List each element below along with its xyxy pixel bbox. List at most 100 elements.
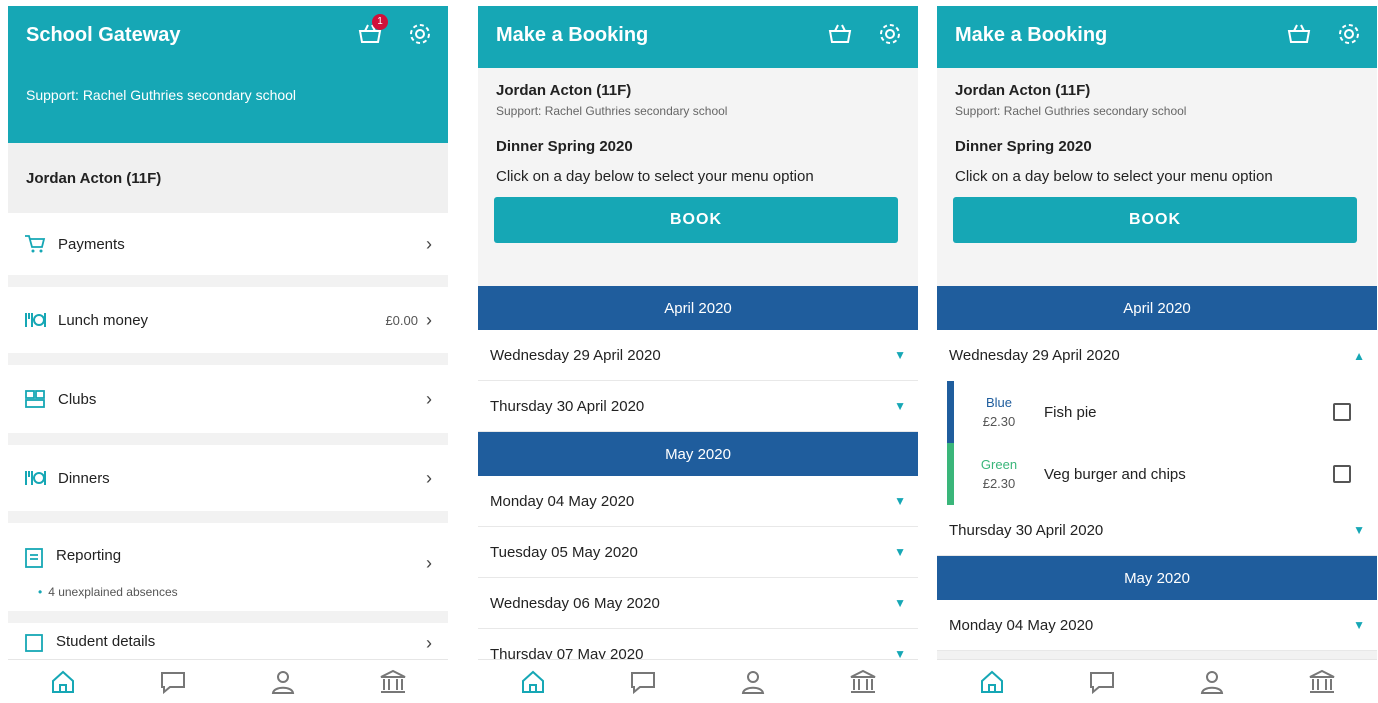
day-label: Monday 04 May 2020 (490, 492, 635, 510)
chevron-right-icon: › (426, 633, 432, 653)
chevron-right-icon: › (426, 467, 432, 488)
app-header: Make a Booking (478, 6, 918, 68)
absence-note: 4 unexplained absences (38, 585, 177, 599)
booking-period: Dinner Spring 2020 (496, 138, 633, 155)
basket-count-badge: 1 (372, 14, 388, 30)
home-icon[interactable] (977, 667, 1007, 697)
school-icon[interactable] (848, 667, 878, 697)
profile-icon[interactable] (268, 667, 298, 697)
month-header: May 2020 (478, 432, 918, 476)
app-header: Make a Booking (937, 6, 1377, 68)
option-checkbox[interactable] (1333, 465, 1351, 483)
day-label: Thursday 30 April 2020 (949, 521, 1104, 539)
chevron-right-icon: › (426, 553, 432, 573)
chevron-down-icon: ▼ (894, 494, 906, 508)
basket-icon[interactable] (1285, 20, 1313, 48)
home-icon[interactable] (48, 667, 78, 697)
day-row-expanded[interactable]: Wednesday 29 April 2020 ▲ (937, 330, 1377, 381)
book-button[interactable]: BOOK (953, 197, 1357, 243)
cart-icon (25, 235, 46, 253)
bottom-nav (937, 659, 1377, 703)
menu-item-clubs[interactable]: Clubs › (8, 365, 448, 445)
chevron-down-icon: ▼ (894, 348, 906, 362)
school-icon[interactable] (1307, 667, 1337, 697)
chevron-down-icon: ▼ (1353, 523, 1365, 537)
message-icon[interactable] (158, 667, 188, 697)
option-meal: Veg burger and chips (1044, 465, 1186, 483)
menu-item-payments[interactable]: Payments › (8, 213, 448, 287)
day-label: Tuesday 05 May 2020 (490, 543, 638, 561)
message-icon[interactable] (1087, 667, 1117, 697)
chevron-down-icon: ▼ (894, 545, 906, 559)
bottom-nav (478, 659, 918, 703)
message-icon[interactable] (628, 667, 658, 697)
option-name: Blue (985, 395, 1013, 410)
gear-icon[interactable] (406, 20, 434, 48)
day-label: Thursday 30 April 2020 (490, 397, 645, 415)
menu-item-reporting[interactable]: Reporting › 4 unexplained absences (8, 523, 448, 623)
booking-period: Dinner Spring 2020 (955, 138, 1092, 155)
home-screen: School Gateway 1 Support: Rachel Guthrie… (8, 6, 448, 703)
student-name: Jordan Acton (11F) (955, 82, 1091, 99)
school-icon[interactable] (378, 667, 408, 697)
chevron-right-icon: › (426, 233, 432, 254)
menu-option-green[interactable]: Green £2.30 Veg burger and chips (937, 443, 1377, 505)
option-price: £2.30 (982, 476, 1016, 491)
app-header: School Gateway 1 Support: Rachel Guthrie… (8, 6, 448, 143)
app-title: Make a Booking (955, 24, 1108, 46)
profile-icon[interactable] (1197, 667, 1227, 697)
month-header: May 2020 (937, 556, 1377, 600)
booking-instruction: Click on a day below to select your menu… (496, 168, 814, 185)
month-header: April 2020 (478, 286, 918, 330)
day-row[interactable]: Wednesday 29 April 2020 ▼ (478, 330, 918, 381)
basket-icon[interactable] (826, 20, 854, 48)
menu-item-dinners[interactable]: Dinners › (8, 445, 448, 523)
app-title: School Gateway (26, 24, 181, 46)
cutlery-icon (25, 313, 46, 327)
menu-item-label: Clubs (58, 390, 97, 408)
chevron-down-icon: ▼ (894, 596, 906, 610)
booking-info: Jordan Acton (11F) Support: Rachel Guthr… (478, 68, 918, 286)
day-row[interactable]: Monday 04 May 2020 ▼ (937, 600, 1377, 651)
bottom-nav (8, 659, 448, 703)
menu-item-label: Student details (56, 633, 156, 650)
student-name: Jordan Acton (11F) (8, 143, 448, 213)
booking-expanded-screen: Make a Booking Jordan Acton (11F) Suppor… (937, 6, 1377, 703)
booking-screen: Make a Booking Jordan Acton (11F) Suppor… (478, 6, 918, 703)
basket-icon[interactable]: 1 (356, 14, 388, 48)
booking-info: Jordan Acton (11F) Support: Rachel Guthr… (937, 68, 1377, 286)
menu-item-label: Reporting (56, 547, 122, 564)
gear-icon[interactable] (876, 20, 904, 48)
day-label: Wednesday 29 April 2020 (490, 346, 661, 364)
chevron-right-icon: › (426, 388, 432, 409)
menu-item-label: Dinners (58, 469, 110, 487)
support-text: Support: Rachel Guthries secondary schoo… (26, 87, 297, 103)
option-name: Green (980, 457, 1018, 472)
profile-icon[interactable] (738, 667, 768, 697)
chevron-down-icon: ▼ (894, 399, 906, 413)
day-label: Wednesday 06 May 2020 (490, 594, 660, 612)
menu-item-label: Payments (58, 235, 125, 253)
day-row[interactable]: Monday 04 May 2020 ▼ (478, 476, 918, 527)
day-row[interactable]: Wednesday 06 May 2020 ▼ (478, 578, 918, 629)
clubs-icon (25, 390, 45, 408)
day-row[interactable]: Tuesday 05 May 2020 ▼ (478, 527, 918, 578)
home-icon[interactable] (518, 667, 548, 697)
chevron-down-icon: ▼ (1353, 618, 1365, 632)
support-text: Support: Rachel Guthries secondary schoo… (496, 104, 728, 118)
option-checkbox[interactable] (1333, 403, 1351, 421)
month-header: April 2020 (937, 286, 1377, 330)
id-card-icon (25, 634, 43, 652)
student-name: Jordan Acton (11F) (496, 82, 632, 99)
cutlery-icon (25, 471, 46, 485)
day-label: Monday 04 May 2020 (949, 616, 1094, 634)
app-title: Make a Booking (496, 24, 649, 46)
day-row[interactable]: Thursday 30 April 2020 ▼ (937, 505, 1377, 556)
menu-item-lunch-money[interactable]: Lunch money £0.00 › (8, 287, 448, 365)
menu-option-blue[interactable]: Blue £2.30 Fish pie (937, 381, 1377, 443)
book-button[interactable]: BOOK (494, 197, 898, 243)
option-price: £2.30 (982, 414, 1016, 429)
day-row[interactable]: Thursday 30 April 2020 ▼ (478, 381, 918, 432)
day-label: Wednesday 29 April 2020 (949, 347, 1120, 364)
gear-icon[interactable] (1335, 20, 1363, 48)
